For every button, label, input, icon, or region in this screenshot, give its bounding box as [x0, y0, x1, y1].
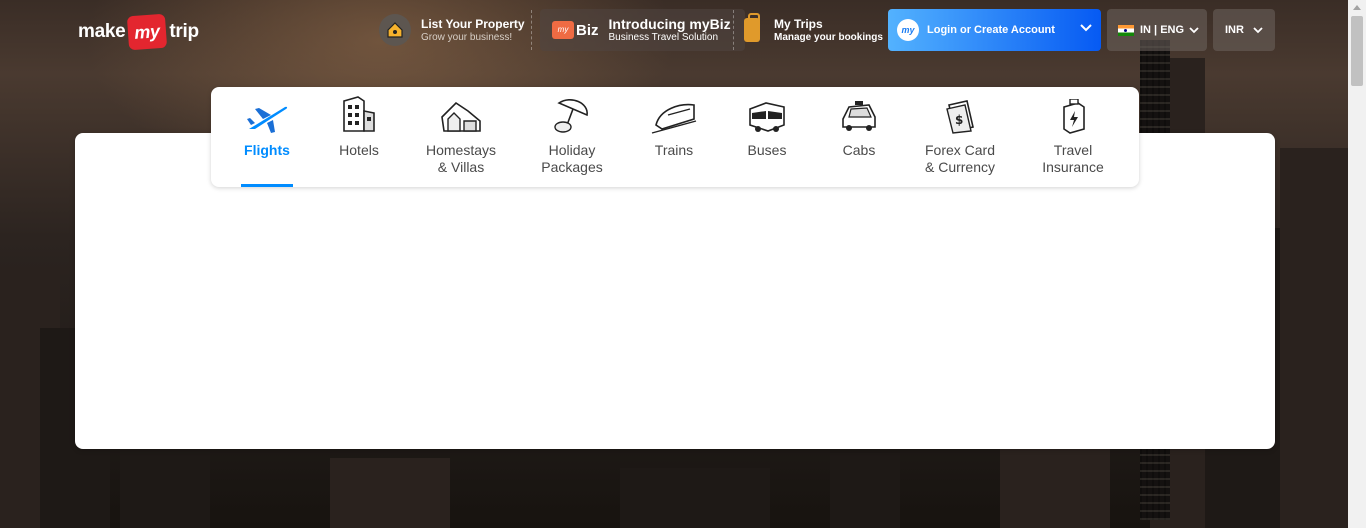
language-label: IN | ENG: [1140, 24, 1185, 36]
hotel-icon: [323, 95, 395, 135]
nav-item-label: Flights: [244, 142, 290, 158]
nav-item-label: Cabs: [842, 142, 876, 158]
mybiz-subtitle: Business Travel Solution: [608, 31, 719, 43]
nav-item-label: Buses: [747, 142, 787, 158]
logo-text-my: my: [127, 13, 168, 51]
nav-item-label: Forex Card: [924, 142, 996, 158]
house-key-icon: [379, 14, 411, 46]
language-selector[interactable]: IN | ENG: [1107, 9, 1207, 51]
login-button[interactable]: my Login or Create Account: [888, 9, 1101, 51]
nav-item-label-line2: Packages: [541, 159, 603, 175]
list-property-link[interactable]: List Your Property Grow your business!: [379, 9, 525, 51]
nav-item-label: Holiday: [548, 142, 596, 158]
nav-item-label: Travel: [1053, 142, 1093, 158]
nav-item-label-line2: Insurance: [1042, 159, 1104, 175]
logo-text-trip: trip: [169, 21, 199, 42]
train-icon: [641, 95, 707, 135]
svg-text:$: $: [955, 113, 963, 127]
chevron-down-icon: [1080, 24, 1092, 32]
scroll-up-arrow-icon[interactable]: [1353, 5, 1361, 10]
nav-item-buses[interactable]: Buses: [734, 87, 800, 187]
mybiz-brand: Biz: [576, 21, 599, 39]
nav-item-forex[interactable]: $ Forex Card & Currency: [917, 87, 1003, 187]
product-nav: Flights Hotels Homestays & Villas Holida…: [211, 87, 1139, 187]
briefcase-icon: my: [552, 21, 574, 39]
currency-selector[interactable]: INR: [1213, 9, 1275, 51]
login-label: Login or Create Account: [927, 24, 1055, 36]
nav-item-label: Trains: [654, 142, 694, 158]
flight-icon: [211, 95, 323, 135]
chevron-down-icon: [1253, 27, 1263, 34]
nav-item-flights[interactable]: Flights: [211, 87, 323, 187]
suitcase-icon: [744, 13, 760, 42]
nav-item-label-line2: & Currency: [924, 159, 996, 175]
scrollbar-thumb[interactable]: [1351, 16, 1363, 86]
insurance-icon: [1033, 95, 1113, 135]
chevron-down-icon: [1189, 27, 1199, 34]
my-trips-subtitle: Manage your bookings: [774, 31, 883, 43]
mybiz-title: Introducing myBiz: [608, 15, 731, 32]
currency-label: INR: [1225, 24, 1244, 36]
forex-card-icon: $: [917, 95, 1003, 135]
top-header: make my trip List Your Property Grow you…: [0, 0, 1348, 60]
nav-item-label: Homestays: [425, 142, 497, 158]
nav-item-homestays[interactable]: Homestays & Villas: [410, 87, 512, 187]
mybiz-link[interactable]: my Biz Introducing myBiz Business Travel…: [540, 9, 745, 51]
header-divider: [733, 10, 734, 50]
nav-item-hotels[interactable]: Hotels: [323, 87, 395, 187]
nav-item-travel-insurance[interactable]: Travel Insurance: [1033, 87, 1113, 187]
makemytrip-logo[interactable]: make my trip: [78, 13, 199, 51]
bus-icon: [734, 95, 800, 135]
homestay-icon: [410, 95, 512, 135]
nav-item-label: Hotels: [339, 142, 379, 158]
user-avatar-icon: my: [897, 19, 919, 41]
my-trips-link[interactable]: My Trips Manage your bookings: [744, 9, 883, 51]
list-property-subtitle: Grow your business!: [421, 31, 513, 43]
nav-item-cabs[interactable]: Cabs: [826, 87, 892, 187]
active-tab-indicator: [241, 184, 293, 187]
nav-item-holiday-packages[interactable]: Holiday Packages: [529, 87, 615, 187]
logo-text-make: make: [78, 21, 126, 42]
list-property-title: List Your Property: [421, 16, 525, 31]
nav-item-trains[interactable]: Trains: [641, 87, 707, 187]
beach-umbrella-icon: [529, 95, 615, 135]
nav-item-label-line2: & Villas: [437, 159, 485, 175]
page-scrollbar[interactable]: [1348, 0, 1366, 528]
header-divider: [531, 10, 532, 50]
cab-icon: [826, 95, 892, 135]
my-trips-title: My Trips: [774, 16, 823, 31]
india-flag-icon: [1118, 24, 1134, 36]
